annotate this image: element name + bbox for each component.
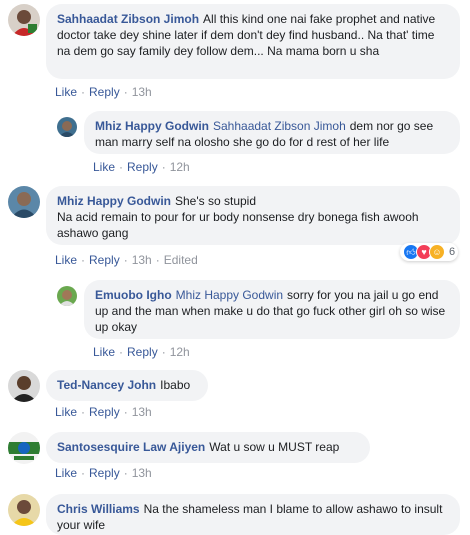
comment-timestamp[interactable]: 12h xyxy=(170,345,190,359)
reply-button[interactable]: Reply xyxy=(89,253,120,267)
comment-actions: Like · Reply · 13h xyxy=(55,466,152,480)
avatar[interactable] xyxy=(8,494,40,526)
separator: · xyxy=(123,85,128,99)
comment-timestamp[interactable]: 13h xyxy=(132,85,152,99)
avatar[interactable] xyxy=(57,286,77,306)
separator: · xyxy=(161,345,166,359)
separator: · xyxy=(155,253,160,267)
like-button[interactable]: Like xyxy=(55,85,77,99)
comment-timestamp[interactable]: 12h xyxy=(170,160,190,174)
comment-bubble: Emuobo Igho Mhiz Happy Godwin sorry for yo… xyxy=(84,280,460,339)
comment-author[interactable]: Chris Williams xyxy=(57,502,140,516)
comment-author[interactable]: Mhiz Happy Godwin xyxy=(57,194,171,208)
avatar[interactable] xyxy=(8,4,40,36)
comment-author[interactable]: Santosesquire Law Ajiyen xyxy=(57,440,205,454)
mentioned-user[interactable]: Mhiz Happy Godwin xyxy=(176,288,283,302)
reaction-count: 6 xyxy=(449,246,456,258)
edited-label[interactable]: Edited xyxy=(164,253,198,267)
comment-text: Ibabo xyxy=(160,378,191,392)
comment-actions: Like · Reply · 13h xyxy=(55,405,152,419)
separator: · xyxy=(119,345,124,359)
separator: · xyxy=(119,160,124,174)
separator: · xyxy=(123,253,128,267)
comment-bubble: Mhiz Happy Godwin Sahhaadat Zibson Jimoh d… xyxy=(84,111,460,154)
comment-actions: Like · Reply · 12h xyxy=(93,160,190,174)
like-button[interactable]: Like xyxy=(93,345,115,359)
comment-timestamp[interactable]: 13h xyxy=(132,466,152,480)
separator: · xyxy=(123,405,128,419)
comment-author[interactable]: Sahhaadat Zibson Jimoh xyxy=(57,12,199,26)
haha-reaction-icon: ☺ xyxy=(429,244,445,260)
comment-bubble: Mhiz Happy Godwin She's so stupid Na acid… xyxy=(46,186,460,245)
separator: · xyxy=(123,466,128,480)
reply-button[interactable]: Reply xyxy=(127,160,158,174)
like-button[interactable]: Like xyxy=(55,405,77,419)
separator: · xyxy=(81,466,86,480)
comment-text: Wat u sow u MUST reap xyxy=(209,440,340,454)
comment-timestamp[interactable]: 13h xyxy=(132,405,152,419)
reply-button[interactable]: Reply xyxy=(127,345,158,359)
comment-actions: Like · Reply · 13h xyxy=(55,85,152,99)
avatar[interactable] xyxy=(8,432,40,464)
comment-bubble: Sahhaadat Zibson Jimoh All this kind one … xyxy=(46,4,460,79)
avatar[interactable] xyxy=(57,117,77,137)
comment-timestamp[interactable]: 13h xyxy=(132,253,152,267)
reply-button[interactable]: Reply xyxy=(89,405,120,419)
reaction-summary[interactable]: 👍︎ ♥ ☺ 6 xyxy=(400,243,459,261)
comment-author[interactable]: Ted-Nancey John xyxy=(57,378,156,392)
comment-text: She's so stupid xyxy=(175,194,257,208)
mentioned-user[interactable]: Sahhaadat Zibson Jimoh xyxy=(213,119,346,133)
separator: · xyxy=(161,160,166,174)
separator: · xyxy=(81,85,86,99)
comment-actions: Like · Reply · 12h xyxy=(93,345,190,359)
like-button[interactable]: Like xyxy=(93,160,115,174)
separator: · xyxy=(81,253,86,267)
comment-bubble: Ted-Nancey John Ibabo xyxy=(46,370,208,401)
comment-author[interactable]: Emuobo Igho xyxy=(95,288,172,302)
comment-bubble: Chris Williams Na the shameless man I bla… xyxy=(46,494,460,535)
like-button[interactable]: Like xyxy=(55,466,77,480)
comment-bubble: Santosesquire Law Ajiyen Wat u sow u MUST… xyxy=(46,432,370,463)
comment-author[interactable]: Mhiz Happy Godwin xyxy=(95,119,209,133)
comment-text-line2: Na acid remain to pour for ur body nonse… xyxy=(57,210,419,240)
reply-button[interactable]: Reply xyxy=(89,85,120,99)
separator: · xyxy=(81,405,86,419)
avatar[interactable] xyxy=(8,370,40,402)
avatar[interactable] xyxy=(8,186,40,218)
reply-button[interactable]: Reply xyxy=(89,466,120,480)
like-button[interactable]: Like xyxy=(55,253,77,267)
comment-actions: Like · Reply · 13h · Edited xyxy=(55,253,198,267)
